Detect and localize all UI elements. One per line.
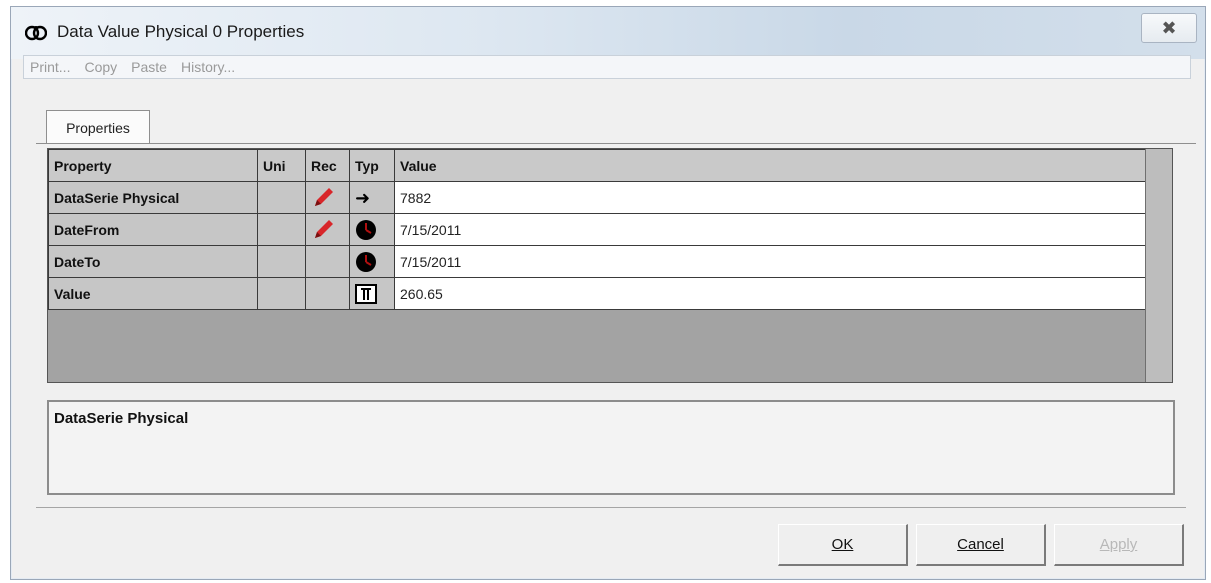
table-row[interactable]: Value 260.65 (48, 277, 1146, 310)
typ-cell (349, 277, 395, 310)
column-header-rec[interactable]: Rec (305, 149, 350, 182)
table-header-row: Property Uni Rec Typ Value (48, 149, 1146, 182)
arrow-right-icon: ➜ (355, 187, 371, 208)
ok-button-label: OK (831, 536, 854, 553)
value-cell[interactable]: 7882 (394, 181, 1146, 214)
menu-item-paste[interactable]: Paste (131, 59, 167, 75)
typ-cell (349, 213, 395, 246)
clock-icon (356, 251, 376, 272)
value-cell[interactable]: 260.65 (394, 277, 1146, 310)
pencil-icon (315, 219, 333, 238)
unit-cell (257, 181, 306, 214)
apply-button[interactable]: Apply (1054, 524, 1184, 566)
typ-cell: ➜ (349, 181, 395, 214)
column-header-property[interactable]: Property (48, 149, 258, 182)
cancel-button-label: Cancel (957, 536, 1004, 553)
table-row[interactable]: DateTo 7/15/2011 (48, 245, 1146, 278)
description-text: DataSerie Physical (54, 410, 189, 427)
app-logo-icon (25, 25, 47, 41)
rec-cell (305, 213, 350, 246)
property-name: Value (48, 277, 258, 310)
rec-cell (305, 245, 350, 278)
typ-cell (349, 245, 395, 278)
divider (36, 507, 1186, 508)
table-row[interactable]: DateFrom 7/15/2011 (48, 213, 1146, 246)
property-grid: Property Uni Rec Typ Value DataSerie Phy… (47, 148, 1173, 383)
column-header-value[interactable]: Value (394, 149, 1146, 182)
property-name: DataSerie Physical (48, 181, 258, 214)
value-cell[interactable]: 7/15/2011 (394, 245, 1146, 278)
grid-scrollbar[interactable] (1145, 149, 1172, 382)
tab-properties[interactable]: Properties (46, 110, 150, 144)
close-button[interactable]: ✖ (1141, 13, 1197, 43)
cancel-button[interactable]: Cancel (916, 524, 1046, 566)
close-icon: ✖ (1161, 17, 1177, 38)
ok-button[interactable]: OK (778, 524, 908, 566)
number-icon (355, 283, 377, 304)
value-cell[interactable]: 7/15/2011 (394, 213, 1146, 246)
clock-icon (356, 219, 376, 240)
title-bar[interactable]: Data Value Physical 0 Properties ✖ (11, 7, 1205, 59)
property-name: DateTo (48, 245, 258, 278)
rec-cell (305, 277, 350, 310)
menu-bar: Print... Copy Paste History... (23, 55, 1191, 79)
rec-cell (305, 181, 350, 214)
unit-cell (257, 245, 306, 278)
property-name: DateFrom (48, 213, 258, 246)
unit-cell (257, 213, 306, 246)
column-header-typ[interactable]: Typ (349, 149, 395, 182)
unit-cell (257, 277, 306, 310)
apply-button-label: Apply (1099, 536, 1138, 553)
column-header-unit[interactable]: Uni (257, 149, 306, 182)
property-table: Property Uni Rec Typ Value DataSerie Phy… (48, 149, 1146, 310)
description-panel: DataSerie Physical (47, 400, 1175, 495)
menu-item-copy[interactable]: Copy (84, 59, 117, 75)
table-row[interactable]: DataSerie Physical ➜ 7882 (48, 181, 1146, 214)
pencil-icon (315, 187, 333, 206)
menu-item-history[interactable]: History... (181, 59, 235, 75)
menu-item-print[interactable]: Print... (30, 59, 70, 75)
window-title: Data Value Physical 0 Properties (57, 22, 305, 41)
